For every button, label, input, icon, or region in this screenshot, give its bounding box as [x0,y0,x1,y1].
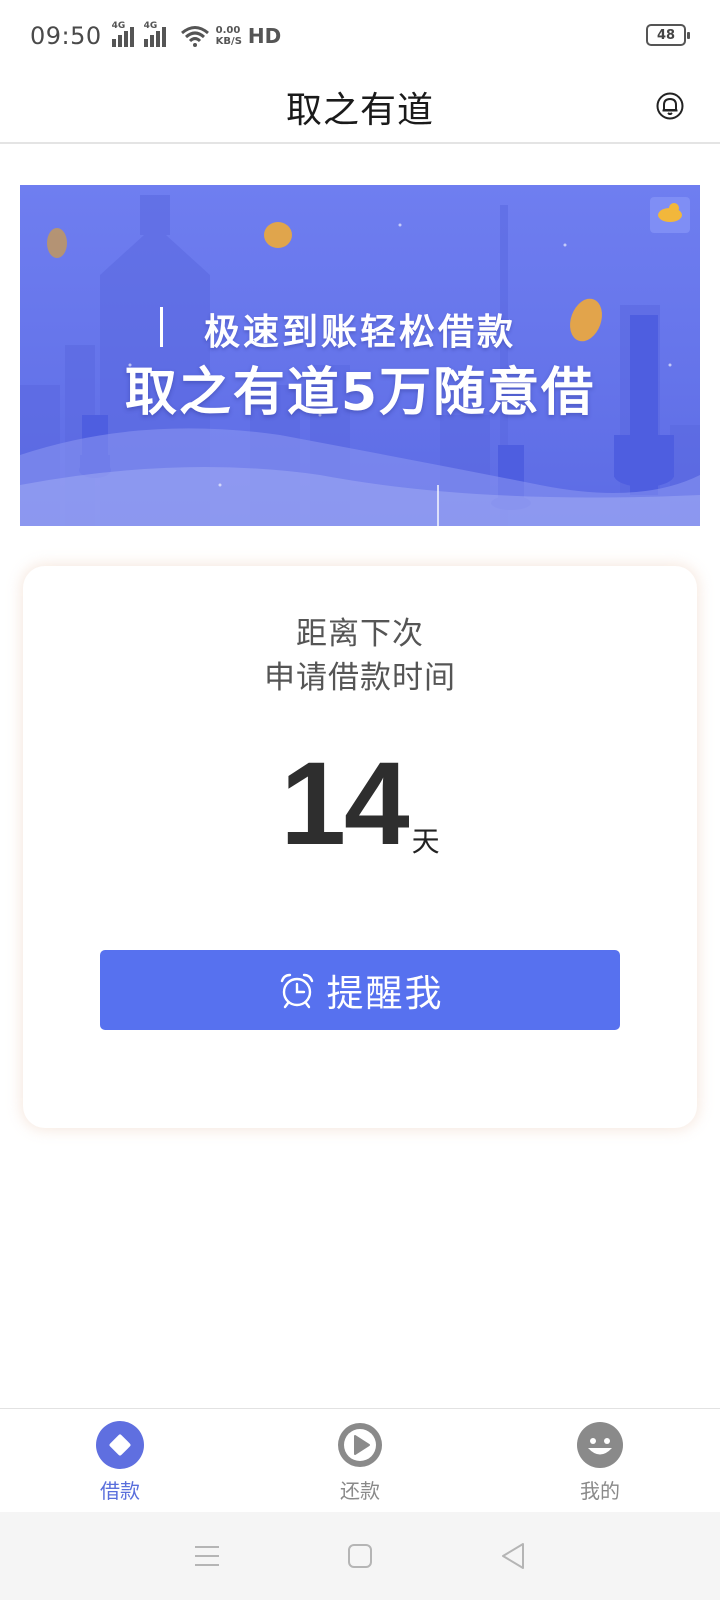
signal-icon: 4G [111,21,136,47]
countdown-caption-line1: 距离下次 [296,616,424,652]
signal-icon: 4G [143,21,168,47]
speed-value: 0.00 [215,25,241,36]
tab-mine-label: 我的 [580,1479,620,1503]
network-speed: 0.00 KB/S [216,25,242,47]
countdown-unit: 天 [411,825,440,858]
play-icon [338,1423,382,1467]
page-title: 取之有道 [285,90,434,131]
status-bar: 09:50 4G 4G 0.00 KB/S HD 48 [0,0,720,72]
remind-me-label: 提醒我 [326,973,444,1014]
tab-repay[interactable]: 还款 [240,1409,480,1512]
countdown-display: 14 天 [23,744,697,864]
bell-icon[interactable] [648,84,692,128]
countdown-card: 距离下次 申请借款时间 14 天 提醒我 [23,566,697,1128]
brand-logo [650,197,690,233]
speed-unit: KB/S [215,36,242,47]
hd-label: HD [247,24,282,48]
square-icon [347,1544,372,1568]
bottom-tab-bar: 借款 还款 我的 [0,1408,720,1512]
banner-subheadline: 取之有道5万随意借 [124,363,596,423]
status-time: 09:50 [30,22,102,50]
promo-banner[interactable]: 极速到账轻松借款 取之有道5万随意借 [20,185,700,526]
alarm-clock-icon [280,973,313,1009]
battery-level: 48 [656,27,676,43]
remind-me-button[interactable]: 提醒我 [100,950,620,1030]
menu-nav-button[interactable] [187,1536,227,1576]
signal-label: 4G [111,21,126,31]
banner-headline: 极速到账轻松借款 [203,312,516,353]
tab-mine[interactable]: 我的 [480,1409,720,1512]
home-nav-button[interactable] [340,1536,380,1576]
app-header: 取之有道 [0,72,720,144]
back-triangle-icon [502,1543,525,1569]
smiley-icon [577,1422,623,1468]
countdown-caption-line2: 申请借款时间 [264,660,456,696]
tab-repay-label: 还款 [340,1479,380,1503]
wifi-icon [180,26,209,47]
countdown-value: 14 [280,738,409,870]
battery-icon: 48 [646,24,690,46]
system-nav-bar [0,1512,720,1600]
hd-indicator: HD [248,24,281,48]
back-nav-button[interactable] [493,1536,533,1576]
tab-borrow-label: 借款 [100,1479,140,1503]
signal-label: 4G [143,21,158,31]
tab-borrow[interactable]: 借款 [0,1409,240,1512]
menu-icon [194,1546,219,1566]
diamond-icon [96,1421,144,1469]
